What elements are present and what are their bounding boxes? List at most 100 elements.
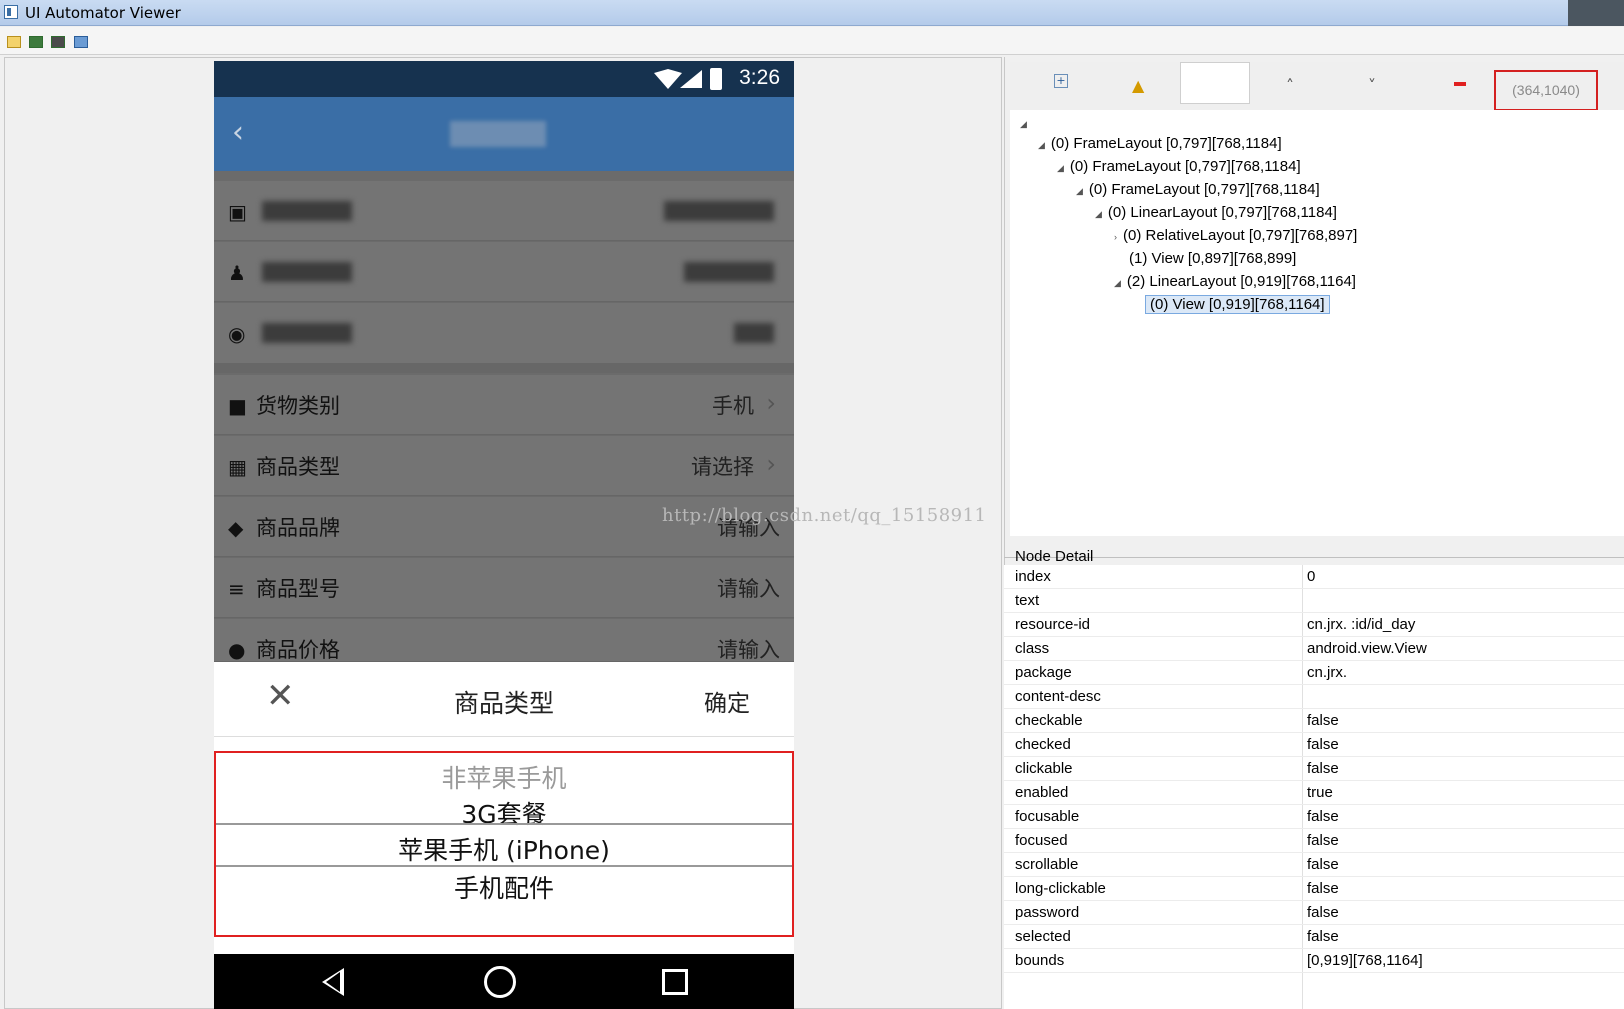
picker-option[interactable]: 非苹果手机	[216, 759, 792, 795]
detail-row[interactable]: bounds [0,919][768,1164]	[1004, 949, 1624, 973]
detail-value: cn.jrx. :id/id_day	[1307, 616, 1416, 633]
window-title: UI Automator Viewer	[25, 4, 181, 22]
detail-key: long-clickable	[1015, 880, 1106, 897]
detail-value: 0	[1307, 568, 1316, 585]
save-icon[interactable]	[74, 36, 88, 48]
tree-node[interactable]: ◢ (0) FrameLayout [0,797][768,1184]	[1038, 135, 1282, 152]
picker-option[interactable]: 3G套餐	[216, 795, 792, 831]
tree-node[interactable]: ◢ (0) FrameLayout [0,797][768,1184]	[1057, 158, 1301, 175]
detail-row[interactable]: selected false	[1004, 925, 1624, 949]
remove-icon[interactable]	[1454, 82, 1466, 86]
detail-key: resource-id	[1015, 616, 1091, 633]
folder-open-icon[interactable]	[7, 36, 21, 48]
watermark: http://blog.csdn.net/qq_15158911	[662, 505, 987, 526]
detail-key: content-desc	[1015, 688, 1101, 705]
tree-node[interactable]: ◢ (0) FrameLayout [0,797][768,1184]	[1076, 181, 1320, 198]
detail-row[interactable]: long-clickable false	[1004, 877, 1624, 901]
detail-row[interactable]: text	[1004, 589, 1624, 613]
app-icon	[4, 5, 18, 19]
form-row-value: 手机	[712, 394, 754, 418]
detail-key: index	[1015, 568, 1051, 585]
detail-value: true	[1307, 784, 1333, 801]
info-row: ◉	[214, 303, 794, 373]
tree-node-selected[interactable]: (0) View [0,919][768,1164]	[1145, 295, 1330, 314]
tree-node[interactable]: › (0) RelativeLayout [0,797][768,897]	[1114, 227, 1357, 244]
picker-option[interactable]: 手机配件	[216, 869, 792, 905]
blurred-title	[450, 121, 546, 147]
nav-recents-icon[interactable]	[662, 969, 688, 995]
signal-icon	[680, 70, 702, 88]
info-row: ♟	[214, 242, 794, 302]
form-row-category[interactable]: ■ 货物类别 手机 ›	[214, 375, 794, 435]
divider	[214, 736, 794, 737]
warning-icon[interactable]: ▲	[1132, 76, 1144, 95]
confirm-button[interactable]: 确定	[704, 684, 750, 718]
detail-row[interactable]: enabled true	[1004, 781, 1624, 805]
form-row-value: 请输入	[717, 638, 780, 662]
device-screenshot-compressed-icon[interactable]	[51, 36, 65, 48]
device-screenshot[interactable]: 3:26 ‹ ▣ ♟ ◉ ■ 货物类别 手机 › ▦ 商品类型 请选择 › ◆ …	[214, 61, 794, 1009]
chevron-down-icon[interactable]: ˅	[1368, 76, 1376, 95]
nav-home-icon[interactable]	[484, 966, 516, 998]
form-row-model[interactable]: ≡ 商品型号 请输入	[214, 558, 794, 618]
detail-row[interactable]: scrollable false	[1004, 853, 1624, 877]
selection-line	[216, 823, 792, 825]
form-row-type[interactable]: ▦ 商品类型 请选择 ›	[214, 436, 794, 496]
device-screenshot-icon[interactable]	[29, 36, 43, 48]
app-bar: ‹	[214, 97, 794, 171]
detail-row[interactable]: checked false	[1004, 733, 1624, 757]
detail-value: android.view.View	[1307, 640, 1427, 657]
detail-row[interactable]: password false	[1004, 901, 1624, 925]
chevron-up-icon[interactable]: ˄	[1286, 76, 1294, 95]
layers-icon: ≡	[228, 577, 245, 601]
detail-row[interactable]: index 0	[1004, 565, 1624, 589]
detail-key: package	[1015, 664, 1072, 681]
detail-key: text	[1015, 592, 1040, 609]
detail-value: false	[1307, 736, 1339, 753]
picker-wheel[interactable]: 非苹果手机 3G套餐 苹果手机 (iPhone) 手机配件	[214, 751, 794, 937]
money-bag-icon: ●	[228, 638, 246, 662]
detail-row[interactable]: focusable false	[1004, 805, 1624, 829]
detail-row[interactable]: package cn.jrx.	[1004, 661, 1624, 685]
form-row-value: 请输入	[717, 577, 780, 601]
chevron-right-icon: ›	[766, 389, 776, 417]
tree-node[interactable]: (1) View [0,897][768,899]	[1129, 250, 1296, 267]
detail-value: cn.jrx.	[1307, 664, 1348, 681]
picker-option-selected[interactable]: 苹果手机 (iPhone)	[216, 831, 792, 867]
detail-row[interactable]: clickable false	[1004, 757, 1624, 781]
title-bar: UI Automator Viewer	[0, 0, 1624, 26]
detail-key: focused	[1015, 832, 1068, 849]
detail-row[interactable]: class android.view.View	[1004, 637, 1624, 661]
tree-node[interactable]: ◢ (0) LinearLayout [0,797][768,1184]	[1095, 204, 1337, 221]
detail-key: bounds	[1015, 952, 1065, 969]
status-bar: 3:26	[214, 61, 794, 97]
detail-row[interactable]: checkable false	[1004, 709, 1624, 733]
detail-key: scrollable	[1015, 856, 1079, 873]
detail-value: false	[1307, 856, 1339, 873]
window-thumbnail	[1568, 0, 1624, 26]
person-icon: ♟	[228, 261, 246, 285]
package-icon: ■	[228, 394, 247, 418]
blurred-text	[734, 323, 774, 343]
dimmed-form: ▣ ♟ ◉ ■ 货物类别 手机 › ▦ 商品类型 请选择 › ◆ 商品品牌 请输…	[214, 171, 794, 662]
expand-all-icon[interactable]: +	[1054, 74, 1068, 88]
battery-icon	[710, 68, 722, 90]
nav-back-icon[interactable]	[322, 968, 344, 996]
detail-row[interactable]: focused false	[1004, 829, 1624, 853]
tree-root-toggle[interactable]: ◢	[1020, 114, 1033, 131]
wifi-icon	[654, 69, 682, 89]
tree-node[interactable]: ◢ (2) LinearLayout [0,919][768,1164]	[1114, 273, 1356, 290]
blurred-text	[262, 201, 352, 221]
detail-row[interactable]: content-desc	[1004, 685, 1624, 709]
list-circle-icon: ◉	[228, 322, 246, 346]
detail-value: false	[1307, 928, 1339, 945]
coordinate-readout: (364,1040)	[1494, 70, 1598, 111]
detail-row[interactable]: resource-id cn.jrx. :id/id_day	[1004, 613, 1624, 637]
detail-key: selected	[1015, 928, 1071, 945]
hierarchy-tree[interactable]: ◢ ◢ (0) FrameLayout [0,797][768,1184] ◢ (0…	[1010, 110, 1624, 536]
search-input[interactable]	[1180, 62, 1250, 104]
back-arrow-icon[interactable]: ‹	[232, 115, 244, 150]
form-row-price[interactable]: ● 商品价格 请输入	[214, 619, 794, 662]
blurred-text	[262, 262, 352, 282]
detail-value: false	[1307, 880, 1339, 897]
